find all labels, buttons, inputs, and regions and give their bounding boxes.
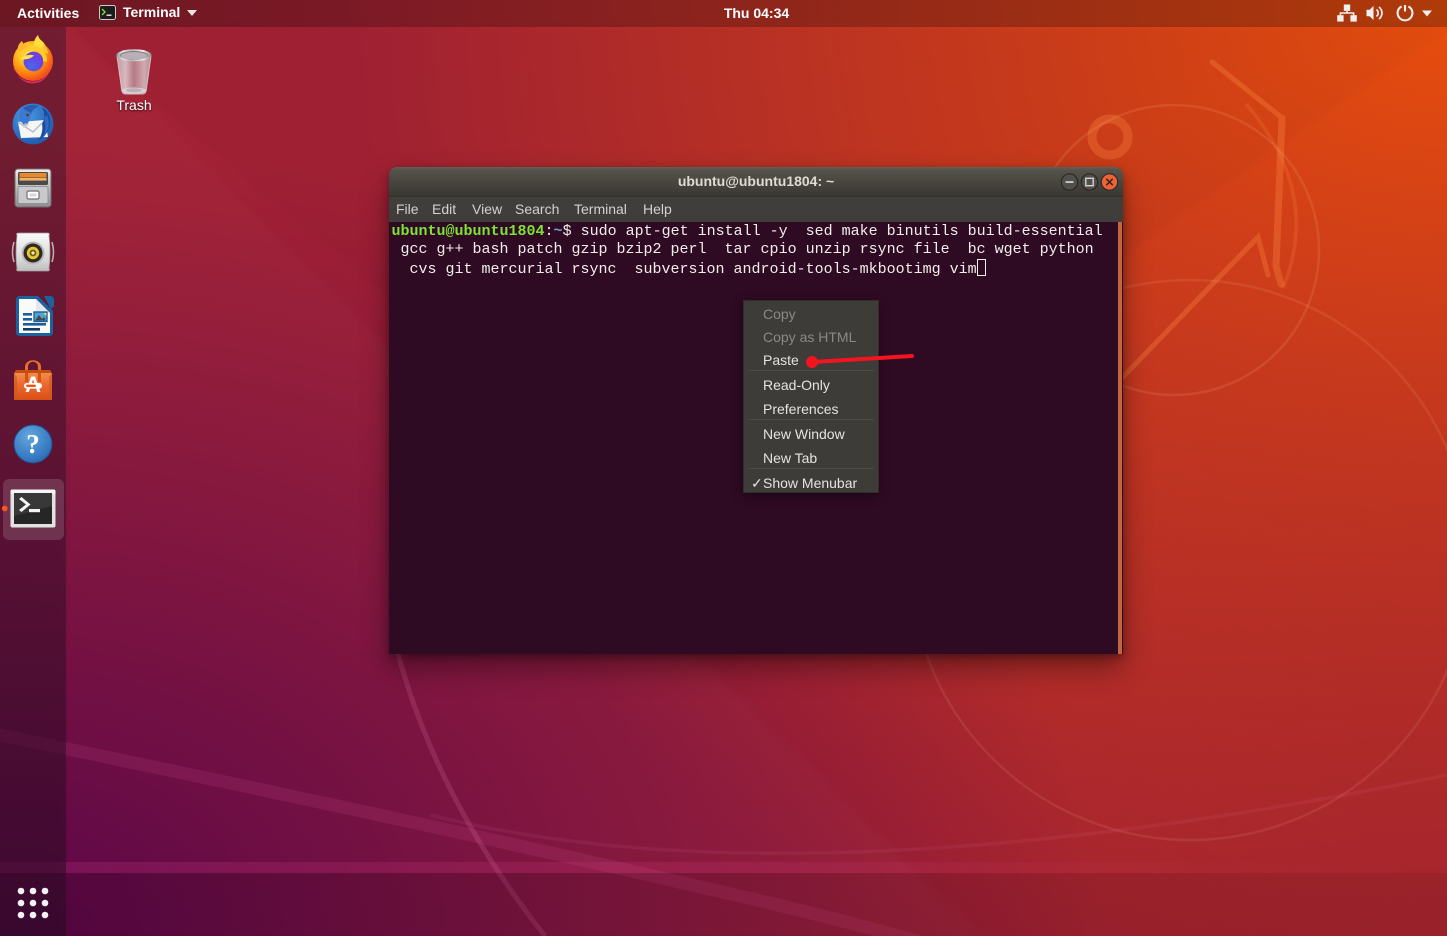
svg-text:?: ?: [26, 429, 40, 459]
